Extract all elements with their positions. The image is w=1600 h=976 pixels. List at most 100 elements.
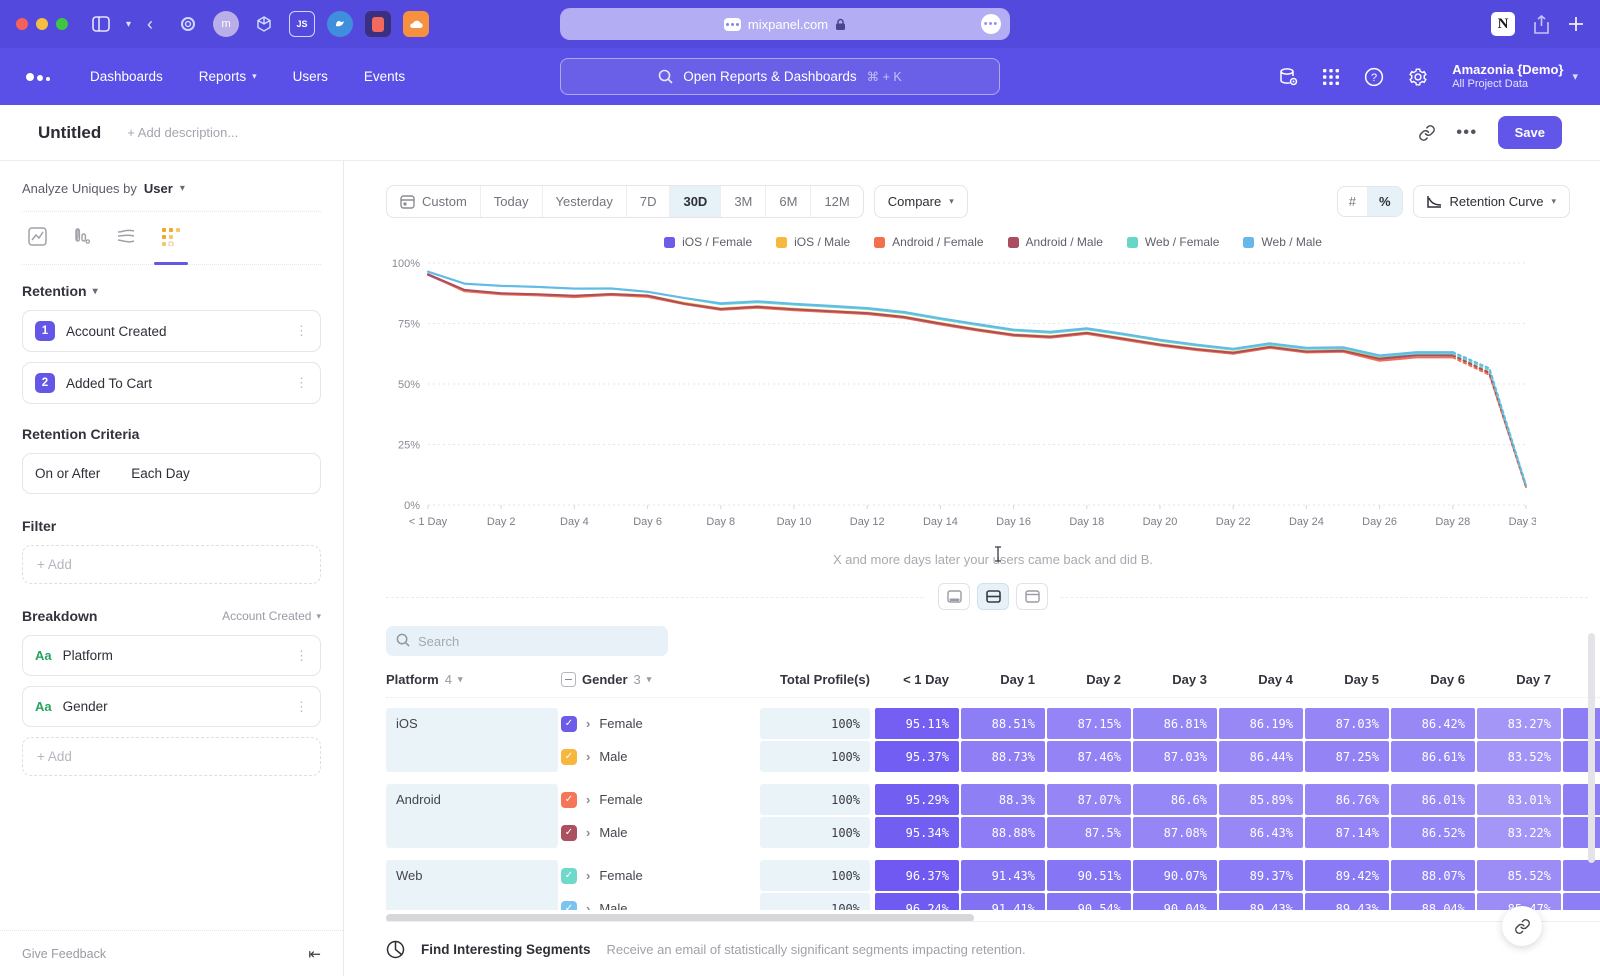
retention-value-cell[interactable]: 87.03% [1305, 708, 1389, 739]
checkbox-checked-icon[interactable]: ✓ [561, 901, 577, 911]
retention-value-cell[interactable]: 88.73% [961, 741, 1045, 772]
gender-cell[interactable]: ✓›Male [561, 901, 757, 911]
retention-value-cell[interactable]: 88.07% [1391, 860, 1475, 891]
retention-value-cell[interactable]: 96.37% [875, 860, 959, 891]
extension-cloud-icon[interactable] [403, 11, 429, 37]
range-3m[interactable]: 3M [721, 186, 766, 217]
indeterminate-checkbox[interactable] [561, 672, 576, 687]
retention-value-cell[interactable]: 88.51% [961, 708, 1045, 739]
minimize-window-icon[interactable] [36, 18, 48, 30]
retention-value-cell[interactable]: 83.52% [1477, 741, 1561, 772]
range-yesterday[interactable]: Yesterday [543, 186, 627, 217]
retention-value-cell[interactable]: 87.15% [1047, 708, 1131, 739]
unit-absolute-button[interactable]: # [1338, 187, 1368, 216]
expand-chevron-icon[interactable]: › [586, 792, 590, 807]
retention-value-cell[interactable]: 86.6% [1133, 784, 1217, 815]
extension-js-icon[interactable]: JS [289, 11, 315, 37]
vertical-scrollbar[interactable] [1588, 633, 1595, 863]
gender-cell[interactable]: ✓›Male [561, 749, 757, 765]
platform-cell[interactable]: iOS [386, 708, 558, 772]
gender-cell[interactable]: ✓›Female [561, 716, 757, 732]
mixpanel-logo-icon[interactable] [26, 73, 50, 81]
apps-grid-icon[interactable] [1322, 68, 1340, 86]
retention-value-cell[interactable]: 83.27% [1477, 708, 1561, 739]
global-search[interactable]: Open Reports & Dashboards ⌘ + K [560, 58, 1000, 95]
kebab-menu-icon[interactable]: ⋮ [295, 703, 308, 711]
legend-item[interactable]: iOS / Female [664, 235, 752, 249]
maximize-window-icon[interactable] [56, 18, 68, 30]
share-link-fab[interactable] [1502, 906, 1542, 946]
legend-item[interactable]: Web / Male [1243, 235, 1321, 249]
retention-value-cell[interactable]: 87.5% [1047, 817, 1131, 848]
retention-value-cell[interactable]: 89.43% [1219, 893, 1303, 910]
settings-gear-icon[interactable] [1408, 67, 1428, 87]
retention-value-cell[interactable]: 86.61% [1391, 741, 1475, 772]
legend-item[interactable]: Android / Female [874, 235, 983, 249]
analyze-entity-select[interactable]: User [144, 181, 173, 196]
retention-value-cell[interactable]: 88.3% [961, 784, 1045, 815]
expand-chevron-icon[interactable]: › [586, 868, 590, 883]
retention-value-cell[interactable]: 87.25% [1305, 741, 1389, 772]
checkbox-checked-icon[interactable]: ✓ [561, 749, 577, 765]
retention-value-cell[interactable]: 87.46% [1047, 741, 1131, 772]
extension-cube-icon[interactable] [251, 11, 277, 37]
retention-value-cell[interactable]: 86.81% [1133, 708, 1217, 739]
save-button[interactable]: Save [1498, 116, 1562, 149]
criteria-each-day[interactable]: Each Day [131, 466, 190, 481]
extension-ring-icon[interactable] [175, 11, 201, 37]
tab-flows[interactable] [116, 227, 136, 264]
expand-chevron-icon[interactable]: › [586, 825, 590, 840]
range-custom[interactable]: Custom [387, 186, 481, 217]
retention-value-cell[interactable]: 95.11% [875, 708, 959, 739]
legend-item[interactable]: Web / Female [1127, 235, 1219, 249]
retention-value-cell[interactable]: 86.19% [1219, 708, 1303, 739]
data-management-icon[interactable] [1278, 67, 1298, 87]
retention-value-cell[interactable]: 87.08% [1133, 817, 1217, 848]
close-window-icon[interactable] [16, 18, 28, 30]
notion-icon[interactable]: N [1491, 12, 1515, 36]
range-7d[interactable]: 7D [627, 186, 671, 217]
add-filter-button[interactable]: + Add [22, 545, 321, 584]
retention-value-cell[interactable]: 95.34% [875, 817, 959, 848]
url-options-icon[interactable]: ••• [981, 14, 1001, 34]
layout-split-button[interactable] [977, 583, 1009, 610]
collapse-sidebar-icon[interactable]: ⇤ [308, 945, 321, 963]
segments-title[interactable]: Find Interesting Segments [421, 942, 591, 957]
project-switcher[interactable]: Amazonia {Demo} All Project Data ▾ [1452, 62, 1578, 92]
layout-table-only-button[interactable] [1016, 583, 1048, 610]
retention-value-cell[interactable]: 90.04% [1133, 893, 1217, 910]
criteria-on-or-after[interactable]: On or After [35, 466, 100, 481]
retention-value-cell[interactable]: 86.01% [1391, 784, 1475, 815]
retention-value-cell[interactable]: 96.24% [875, 893, 959, 910]
give-feedback-link[interactable]: Give Feedback [22, 947, 106, 961]
platform-cell[interactable]: Web [386, 860, 558, 910]
share-icon[interactable] [1533, 15, 1550, 34]
retention-value-cell[interactable]: 90.51% [1047, 860, 1131, 891]
unit-percent-button[interactable]: % [1368, 187, 1402, 216]
chevron-down-icon[interactable]: ▾ [126, 19, 131, 30]
retention-criteria-card[interactable]: On or After Each Day [22, 453, 321, 494]
range-6m[interactable]: 6M [766, 186, 811, 217]
retention-value-cell[interactable]: 86.76% [1305, 784, 1389, 815]
retention-value-cell[interactable]: 83.22% [1477, 817, 1561, 848]
extension-bird-icon[interactable] [327, 11, 353, 37]
retention-value-cell[interactable]: 86.52% [1391, 817, 1475, 848]
gender-cell[interactable]: ✓›Female [561, 792, 757, 808]
legend-item[interactable]: iOS / Male [776, 235, 850, 249]
retention-value-cell[interactable]: 89.42% [1305, 860, 1389, 891]
gender-column-header[interactable]: Gender 3 ▾ [561, 672, 757, 687]
checkbox-checked-icon[interactable]: ✓ [561, 868, 577, 884]
gender-cell[interactable]: ✓›Male [561, 825, 757, 841]
range-12m[interactable]: 12M [811, 186, 862, 217]
tab-funnels[interactable] [72, 227, 91, 264]
tab-retention[interactable] [161, 227, 181, 264]
retention-value-cell[interactable]: 86.43% [1219, 817, 1303, 848]
retention-section-label[interactable]: Retention [22, 283, 87, 299]
nav-item-users[interactable]: Users [293, 69, 328, 84]
chart-view-select[interactable]: Retention Curve ▾ [1413, 185, 1570, 218]
help-icon[interactable]: ? [1364, 67, 1384, 87]
retention-value-cell[interactable]: 85.89% [1219, 784, 1303, 815]
retention-value-cell[interactable]: 87.03% [1133, 741, 1217, 772]
new-tab-icon[interactable] [1568, 16, 1584, 32]
window-controls[interactable] [16, 18, 68, 30]
